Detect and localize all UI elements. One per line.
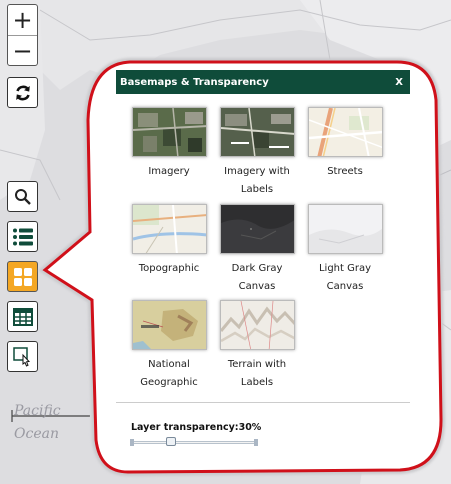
slider-end-cap: [254, 439, 258, 446]
panel-header: Basemaps & Transparency X: [116, 70, 410, 94]
zoom-in-button[interactable]: +: [8, 5, 37, 35]
light-gray-canvas-thumbnail: [307, 204, 383, 254]
transparency-slider[interactable]: [130, 437, 258, 446]
layer-list-button[interactable]: [7, 221, 38, 252]
basemap-label-line2: Canvas: [238, 281, 276, 292]
table-icon: [12, 307, 33, 326]
slider-track[interactable]: [131, 441, 257, 444]
basemap-label: Imagery: [148, 166, 190, 177]
basemap-streets[interactable]: Streets: [305, 107, 385, 181]
basemap-label: Terrain with Labels: [217, 356, 297, 392]
basemap-label-line1: Imagery with: [224, 166, 290, 177]
transparency-section: Layer transparency:30%: [116, 402, 410, 456]
basemap-label-line1: National: [148, 359, 190, 370]
basemap-label-line2: Canvas: [326, 281, 364, 292]
basemap-label-line2: Labels: [240, 184, 274, 195]
basemap-imagery[interactable]: Imagery: [129, 107, 209, 181]
basemap-dark-gray-canvas[interactable]: Dark Gray Canvas: [217, 204, 297, 296]
basemap-label: National Geographic: [129, 356, 209, 392]
zoom-control: + −: [7, 4, 38, 66]
slider-thumb[interactable]: [165, 437, 176, 446]
dark-gray-canvas-thumbnail: [219, 204, 295, 254]
basemap-label-line1: Light Gray: [318, 263, 372, 274]
basemap-light-gray-canvas[interactable]: Light Gray Canvas: [305, 204, 385, 296]
basemap-label-line1: Terrain with: [227, 359, 287, 370]
refresh-button[interactable]: [7, 77, 38, 108]
streets-thumbnail: [307, 107, 383, 157]
search-icon: [14, 188, 31, 205]
terrain-with-labels-thumbnail: [219, 300, 295, 350]
list-icon: [12, 228, 33, 245]
imagery-with-labels-thumbnail: [219, 107, 295, 157]
ocean-label-pacific: Pacific: [14, 403, 61, 419]
basemap-terrain-with-labels[interactable]: Terrain with Labels: [217, 300, 297, 392]
basemap-label: Topographic: [138, 263, 200, 274]
basemap-label-line2: Labels: [240, 377, 274, 388]
basemap-national-geographic[interactable]: National Geographic: [129, 300, 209, 392]
close-button[interactable]: X: [395, 77, 403, 88]
basemap-label: Imagery with Labels: [217, 163, 297, 199]
basemap-gallery-icon: [13, 267, 32, 286]
basemap-label: Dark Gray Canvas: [217, 260, 297, 296]
basemap-label-line2: Geographic: [140, 377, 198, 388]
select-icon: [12, 346, 30, 367]
basemap-gallery-button[interactable]: [7, 261, 38, 292]
imagery-thumbnail: [131, 107, 207, 157]
basemap-topographic[interactable]: Topographic: [129, 204, 209, 278]
panel-title: Basemaps & Transparency: [120, 76, 269, 88]
ocean-label-ocean: Ocean: [14, 426, 59, 442]
refresh-icon: [15, 85, 30, 100]
basemap-imagery-with-labels[interactable]: Imagery with Labels: [217, 107, 297, 199]
select-tool-button[interactable]: [7, 341, 38, 372]
attribute-table-button[interactable]: [7, 301, 38, 332]
basemaps-panel: Basemaps & Transparency X Imagery Imager…: [116, 70, 410, 456]
zoom-out-button[interactable]: −: [8, 35, 37, 65]
basemap-label-line1: Dark Gray: [231, 263, 283, 274]
search-button[interactable]: [7, 181, 38, 212]
transparency-label: Layer transparency:30%: [131, 422, 262, 433]
topographic-thumbnail: [131, 204, 207, 254]
slider-start-cap: [130, 439, 134, 446]
basemap-label: Streets: [327, 166, 363, 177]
basemap-label: Light Gray Canvas: [305, 260, 385, 296]
national-geographic-thumbnail: [131, 300, 207, 350]
